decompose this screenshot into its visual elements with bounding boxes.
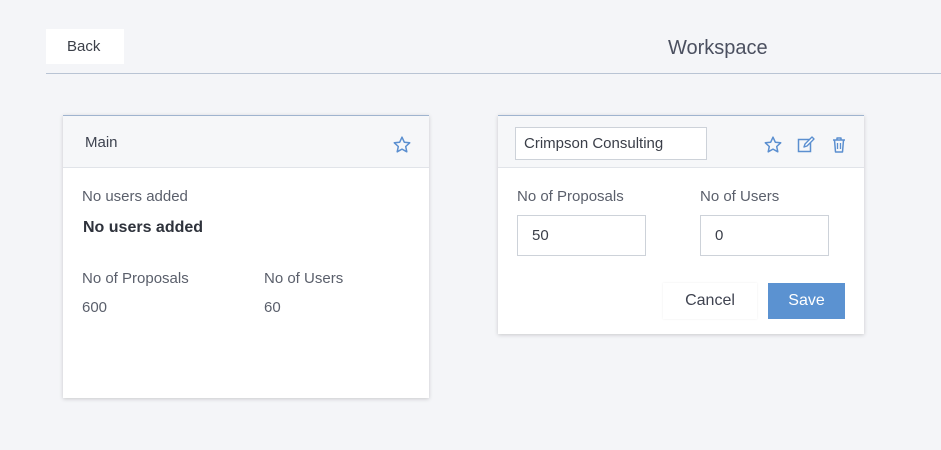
workspace-card-edit: No of Proposals No of Users Cancel Save bbox=[498, 115, 864, 334]
card-title: Main bbox=[85, 134, 118, 151]
workspace-card-main: Main No users added No users added No of… bbox=[63, 115, 429, 398]
users-status-heading: No users added bbox=[83, 219, 204, 236]
back-button[interactable]: Back bbox=[46, 29, 124, 64]
star-icon[interactable] bbox=[763, 135, 783, 155]
workspace-name-input[interactable] bbox=[515, 127, 707, 160]
edit-icon[interactable] bbox=[796, 135, 816, 155]
star-icon[interactable] bbox=[392, 135, 412, 155]
users-input[interactable] bbox=[700, 215, 829, 256]
proposals-value: 600 bbox=[82, 299, 108, 316]
card-header: Main bbox=[63, 115, 429, 168]
users-value: 60 bbox=[264, 299, 281, 316]
proposals-label: No of Proposals bbox=[82, 270, 189, 287]
users-status-text: No users added bbox=[82, 188, 188, 205]
top-bar: Back Workspace bbox=[46, 0, 941, 74]
users-label: No of Users bbox=[700, 188, 780, 205]
card-header bbox=[498, 115, 864, 168]
proposals-input[interactable] bbox=[517, 215, 646, 256]
trash-icon[interactable] bbox=[829, 135, 849, 155]
save-button[interactable]: Save bbox=[768, 283, 845, 319]
proposals-label: No of Proposals bbox=[517, 188, 624, 205]
users-label: No of Users bbox=[264, 270, 344, 287]
page-title: Workspace bbox=[668, 37, 768, 59]
cancel-button[interactable]: Cancel bbox=[663, 283, 757, 319]
